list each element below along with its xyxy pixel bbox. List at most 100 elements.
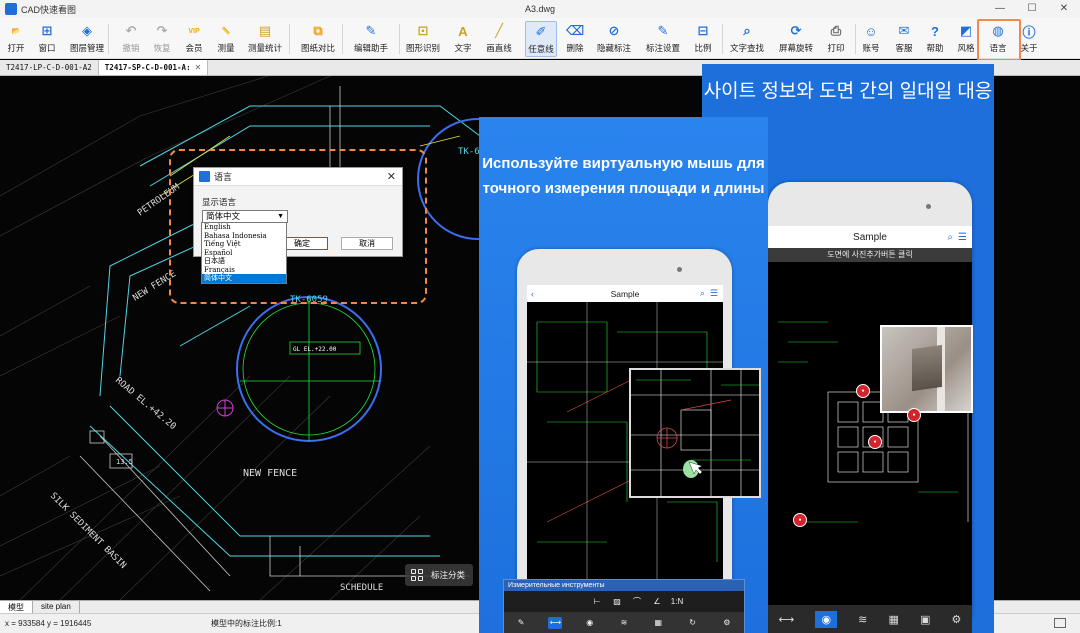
language-option-indonesian[interactable]: Bahasa Indonesia — [202, 232, 286, 241]
area-measure-icon[interactable]: ▨ — [610, 596, 624, 608]
toolbar-button-account[interactable]: ☺ 账号 — [855, 21, 887, 57]
language-option-french[interactable]: Français — [202, 266, 286, 275]
toolbar-button-rotate-screen[interactable]: ⟳ 屏幕旋转 — [779, 21, 813, 57]
toolbar-button-text[interactable]: A 文字 — [447, 21, 479, 57]
language-button-highlight — [977, 19, 1021, 61]
toolbar-button-edit-assistant[interactable]: ✎ 编辑助手 — [354, 21, 388, 57]
refresh-icon[interactable]: ↻ — [686, 617, 700, 629]
language-option-chinese[interactable]: 简体中文 — [202, 274, 286, 283]
phone-front-title: Sample — [610, 288, 640, 299]
ratio-icon[interactable]: 1:N — [670, 596, 684, 608]
toolbar-button-annotation-settings[interactable]: ✎ 标注设置 — [646, 21, 681, 57]
toolbar-button-measure[interactable]: 📏 测量 — [210, 21, 242, 57]
toolbar-button-undo[interactable]: ↶ 撤销 — [115, 21, 147, 57]
phone-back-drawing — [778, 321, 969, 523]
angle-measure-icon[interactable]: ∠ — [650, 596, 664, 608]
toolbar-button-window[interactable]: ⊞ 窗口 — [31, 21, 63, 57]
toolbar-button-layers[interactable]: ◈ 图层管理 — [70, 21, 104, 57]
layout-icon[interactable]: ▦ — [651, 617, 665, 629]
ground-level-label: GL EL.+22.00 — [293, 346, 337, 353]
toolbar-button-measure-stats[interactable]: ▤ 测量统计 — [248, 21, 282, 57]
toolbar-button-help[interactable]: ? 帮助 — [919, 21, 951, 57]
menu-icon[interactable]: ☰ — [710, 288, 718, 299]
toolbar-button-compare[interactable]: ⧉ 图纸对比 — [301, 21, 335, 57]
camera-icon[interactable]: ◉ — [815, 610, 838, 628]
measurement-tool-panel: Измерительные инструменты ⊢ ▨ ⌒ ∠ 1:N ✎ … — [503, 579, 745, 633]
phone-back-appbar: Sample ⌕ ☰ — [768, 226, 972, 248]
measure-icon[interactable]: ⟷ — [548, 616, 563, 629]
language-option-english[interactable]: English — [202, 223, 286, 232]
photo-marker-icon[interactable]: ● — [856, 384, 870, 398]
site-photo-thumbnail[interactable] — [880, 325, 973, 413]
magnifier-window — [629, 368, 761, 498]
gear-icon[interactable]: ⚙ — [952, 613, 962, 626]
close-button[interactable]: ✕ — [1048, 0, 1080, 18]
camera-icon[interactable]: ◉ — [583, 617, 597, 629]
toolbar-button-shape-recognition[interactable]: ⊡ 图形识别 — [406, 21, 440, 57]
shape-recognition-icon: ⊡ — [417, 23, 429, 38]
cancel-button[interactable]: 取消 — [341, 237, 393, 250]
toolbar-button-text-search[interactable]: ⌕ 文字查找 — [730, 21, 764, 57]
photo-marker-icon[interactable]: ● — [907, 408, 921, 422]
menu-icon[interactable]: ☰ — [958, 232, 967, 243]
layout-icon[interactable]: ▦ — [888, 613, 898, 626]
tab-drawing-lp[interactable]: T2417-LP-C-D-001-A2 — [0, 60, 99, 75]
chevron-down-icon: ▼ — [277, 213, 284, 220]
freehand-icon: ✐ — [535, 24, 547, 39]
toolbar-button-vip[interactable]: VIP 会员 — [178, 21, 210, 57]
dialog-close-icon[interactable]: ✕ — [387, 170, 396, 183]
toolbar-button-line[interactable]: ╱ 画直线 — [483, 21, 515, 57]
toolbar-button-eraser[interactable]: ⌫ 删除 — [559, 21, 591, 57]
language-option-japanese[interactable]: 日本語 — [202, 257, 286, 266]
app-logo-icon — [5, 3, 17, 15]
tab-drawing-sp[interactable]: T2417-SP-C-D-001-A: ✕ — [98, 60, 209, 75]
scale-icon: ⊟ — [697, 23, 709, 38]
toolbar-label: 标注设置 — [646, 43, 681, 53]
toolbar-button-hide-annotation[interactable]: ⊘ 隐藏标注 — [597, 21, 632, 57]
language-select-value: 简体中文 — [206, 211, 241, 221]
toolbar-button-customer-service[interactable]: ✉ 客服 — [888, 21, 920, 57]
language-option-vietnamese[interactable]: Tiếng Việt — [202, 240, 286, 249]
search-icon[interactable]: ⌕ — [947, 232, 953, 243]
dimension-label: 13.5 — [116, 458, 133, 466]
annotation-category-button[interactable]: 标注分类 — [405, 564, 473, 586]
sheet-tab-model[interactable]: 模型 — [0, 601, 33, 613]
toolbar-button-open-folder[interactable]: 📂 打开 — [0, 21, 32, 57]
open-folder-icon: 📂 — [11, 28, 21, 35]
arc-measure-icon[interactable]: ⌒ — [630, 596, 644, 608]
title-bar: CAD快速看图 A3.dwg — ☐ ✕ — [0, 0, 1080, 18]
toolbar-button-scale[interactable]: ⊟ 比例 — [687, 21, 719, 57]
toolbar-button-print[interactable]: ⎙ 打印 — [820, 21, 852, 57]
phone-front-actions: ⌕ ☰ — [700, 285, 718, 302]
linear-measure-icon[interactable]: ⊢ — [590, 596, 604, 608]
redo-icon: ↷ — [156, 23, 168, 38]
toolbar-label: 帮助 — [926, 43, 944, 53]
photo-marker-icon[interactable]: ● — [793, 513, 807, 527]
photo-marker-icon[interactable]: ● — [868, 435, 882, 449]
toolbar-button-freehand[interactable]: ✐ 任意线 — [525, 21, 557, 57]
edit-icon[interactable]: ✎ — [514, 617, 528, 629]
image-icon[interactable]: ▣ — [920, 613, 930, 626]
layers-icon[interactable]: ≋ — [858, 613, 867, 626]
maximize-button[interactable]: ☐ — [1016, 0, 1048, 18]
measure-icon[interactable]: ⟷ — [779, 613, 795, 626]
new-fence-label: NEW FENCE — [243, 468, 297, 479]
language-option-spanish[interactable]: Español — [202, 249, 286, 258]
gear-icon[interactable]: ⚙ — [720, 617, 734, 629]
back-arrow-icon[interactable]: ‹ — [531, 289, 534, 299]
sheet-tab-site-plan[interactable]: site plan — [33, 601, 80, 613]
search-icon[interactable]: ⌕ — [700, 288, 705, 299]
phone-camera-icon — [677, 267, 682, 272]
document-title: A3.dwg — [524, 4, 556, 14]
toolbar-label: 比例 — [694, 43, 712, 53]
toolbar-label: 撤销 — [122, 43, 140, 53]
toolbar-label: 隐藏标注 — [597, 43, 632, 53]
screen-icon[interactable] — [1054, 618, 1066, 628]
display-language-label: 显示语言 — [202, 197, 237, 207]
toolbar-button-redo[interactable]: ↷ 恢复 — [146, 21, 178, 57]
layers-icon[interactable]: ≋ — [617, 617, 631, 629]
style-icon: ◩ — [959, 23, 973, 38]
minimize-button[interactable]: — — [984, 0, 1016, 18]
annotation-category-label: 标注分类 — [431, 570, 466, 580]
close-tab-icon[interactable]: ✕ — [195, 63, 202, 72]
